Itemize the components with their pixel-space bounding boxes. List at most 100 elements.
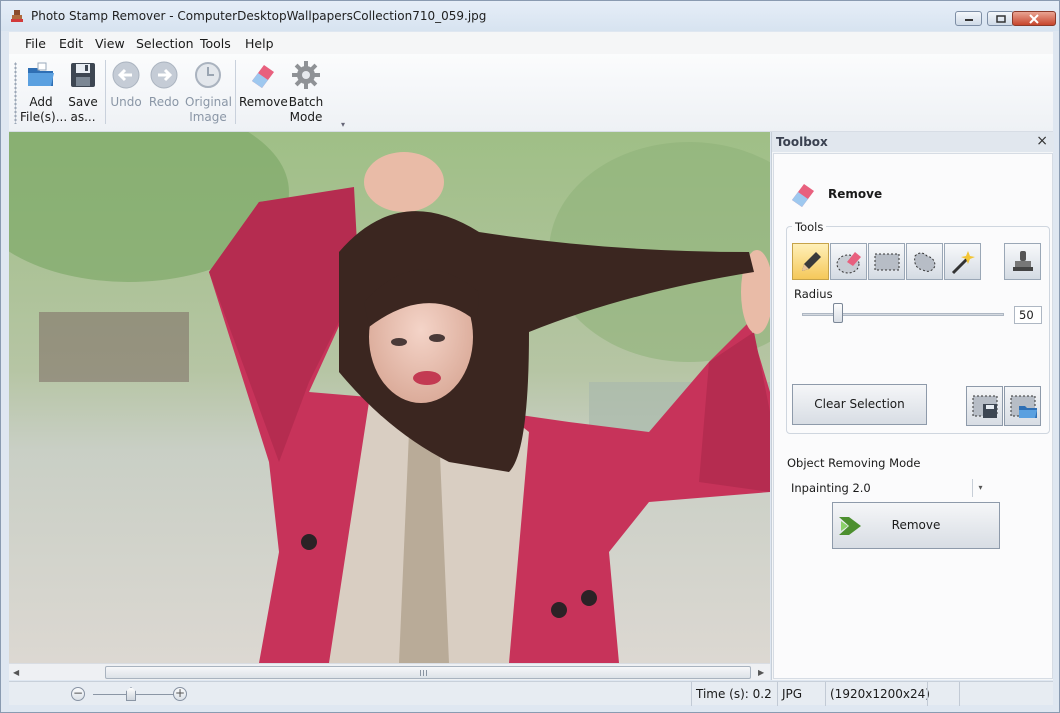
remove-button[interactable]: Remove [832, 502, 1000, 549]
photo-image [9, 132, 770, 663]
redo-arrow-icon [150, 61, 178, 89]
rectangle-selection-tool-button[interactable] [868, 243, 905, 280]
mode-selected-value: Inpainting 2.0 [791, 481, 871, 495]
lasso-icon [914, 252, 936, 272]
dimensions-status: (1920x1200x24) [825, 682, 930, 706]
zoom-in-icon[interactable]: + [173, 687, 187, 701]
tools-group-label: Tools [792, 220, 827, 234]
status-bar: − + Time (s): 0.2 JPG (1920x1200x24) [9, 681, 1053, 706]
original-image-label-2: Image [189, 110, 227, 124]
scrollbar-grip [420, 670, 429, 676]
mode-label: Object Removing Mode [787, 456, 921, 470]
menu-bar: File Edit View Selection Tools Help [9, 32, 1053, 54]
menu-selection[interactable]: Selection [136, 36, 194, 51]
remove-toolbar-label: Remove [239, 95, 288, 109]
batch-mode-label-2: Mode [289, 110, 323, 124]
eraser-icon [792, 184, 814, 207]
menu-view[interactable]: View [95, 36, 125, 51]
add-files-label-2: File(s)... [20, 110, 68, 124]
eraser-selection-tool-button[interactable] [830, 243, 867, 280]
undo-label: Undo [110, 95, 142, 109]
toolbox-title: Toolbox [776, 135, 828, 149]
clock-history-icon [195, 62, 221, 88]
menu-file[interactable]: File [25, 36, 46, 51]
app-stamp-icon [11, 10, 23, 22]
title-bar: Photo Stamp Remover - ComputerDesktopWal… [1, 1, 1059, 31]
zoom-out-icon[interactable]: − [71, 687, 85, 701]
window-title: Photo Stamp Remover - ComputerDesktopWal… [31, 9, 487, 23]
save-selection-button[interactable] [966, 386, 1003, 426]
main-toolbar: Add File(s)... Save as... Undo Redo Orig… [9, 54, 1053, 132]
close-icon [1029, 13, 1039, 24]
clear-selection-button[interactable]: Clear Selection [792, 384, 927, 425]
close-button[interactable] [1012, 11, 1056, 26]
chevron-down-icon: ▾ [972, 479, 988, 497]
radius-slider-thumb[interactable] [833, 303, 844, 323]
add-files-label-1: Add [29, 95, 53, 109]
scroll-right-icon[interactable]: ▶ [758, 668, 764, 677]
batch-mode-label-1: Batch [288, 95, 324, 109]
rectangle-selection-icon [874, 253, 900, 271]
toolbox-body: Remove Tools Radius 50 Clear Selection O… [773, 153, 1053, 679]
stamp-icon [1013, 251, 1033, 271]
redo-label: Redo [148, 95, 180, 109]
save-as-label-2: as... [70, 110, 96, 124]
menu-help[interactable]: Help [245, 36, 274, 51]
toolbar-separator [105, 60, 106, 124]
zoom-slider-track[interactable] [93, 694, 181, 695]
toolbox-close-icon[interactable]: × [1036, 133, 1048, 149]
status-empty-cell [927, 682, 959, 706]
gear-icon [292, 61, 320, 89]
maximize-button[interactable] [987, 11, 1014, 26]
toolbar-grip[interactable] [14, 62, 17, 124]
magic-wand-tool-button[interactable] [944, 243, 981, 280]
save-selection-icon [972, 395, 998, 418]
scrollbar-thumb[interactable] [105, 666, 751, 679]
save-as-button[interactable]: Save as... [66, 59, 100, 129]
minimize-button[interactable] [955, 11, 982, 26]
horizontal-scrollbar[interactable]: ◀ ▶ [9, 663, 770, 680]
eraser-selection-icon [836, 252, 861, 274]
menu-tools[interactable]: Tools [200, 36, 231, 51]
redo-button[interactable]: Redo [147, 59, 181, 129]
add-files-button[interactable]: Add File(s)... [20, 59, 67, 129]
original-image-button[interactable]: Original Image [185, 59, 232, 129]
toolbar-overflow-icon[interactable]: ▾ [341, 120, 345, 129]
app-window: Photo Stamp Remover - ComputerDesktopWal… [0, 0, 1060, 713]
undo-button[interactable]: Undo [109, 59, 143, 129]
mode-select[interactable]: Inpainting 2.0 ▾ [788, 479, 988, 497]
radius-slider-track[interactable] [802, 313, 1004, 316]
radius-label: Radius [794, 287, 833, 301]
open-folder-icon [28, 62, 54, 86]
eraser-icon [252, 65, 274, 88]
lasso-selection-tool-button[interactable] [906, 243, 943, 280]
radius-value-field[interactable]: 50 [1014, 306, 1042, 324]
minimize-icon [964, 18, 973, 21]
original-image-label-1: Original [185, 95, 232, 109]
play-arrow-icon [839, 517, 861, 535]
toolbox-panel: Toolbox × Remove Tools Radius 50 Clear S… [771, 132, 1054, 680]
pencil-tool-button[interactable] [792, 243, 829, 280]
floppy-disk-icon [71, 63, 95, 87]
magic-wand-icon [951, 251, 975, 275]
stamp-tool-button[interactable] [1004, 243, 1041, 280]
load-selection-button[interactable] [1004, 386, 1041, 426]
save-as-label-1: Save [68, 95, 98, 109]
clear-selection-label: Clear Selection [814, 397, 905, 411]
undo-arrow-icon [112, 61, 140, 89]
toolbar-separator [235, 60, 236, 124]
scroll-left-icon[interactable]: ◀ [13, 668, 19, 677]
batch-mode-button[interactable]: Batch Mode [287, 59, 325, 129]
pencil-icon [802, 252, 821, 271]
status-empty-cell [959, 682, 1053, 706]
menu-edit[interactable]: Edit [59, 36, 83, 51]
restore-icon [995, 14, 1006, 23]
remove-toolbar-button[interactable]: Remove [239, 59, 288, 129]
toolbox-header: Toolbox × [772, 132, 1054, 152]
time-status: Time (s): 0.2 [691, 682, 777, 706]
format-status: JPG [777, 682, 825, 706]
remove-button-label: Remove [891, 518, 941, 532]
remove-section-title: Remove [828, 187, 883, 201]
zoom-slider-thumb[interactable] [126, 687, 136, 701]
image-canvas[interactable] [9, 132, 770, 663]
